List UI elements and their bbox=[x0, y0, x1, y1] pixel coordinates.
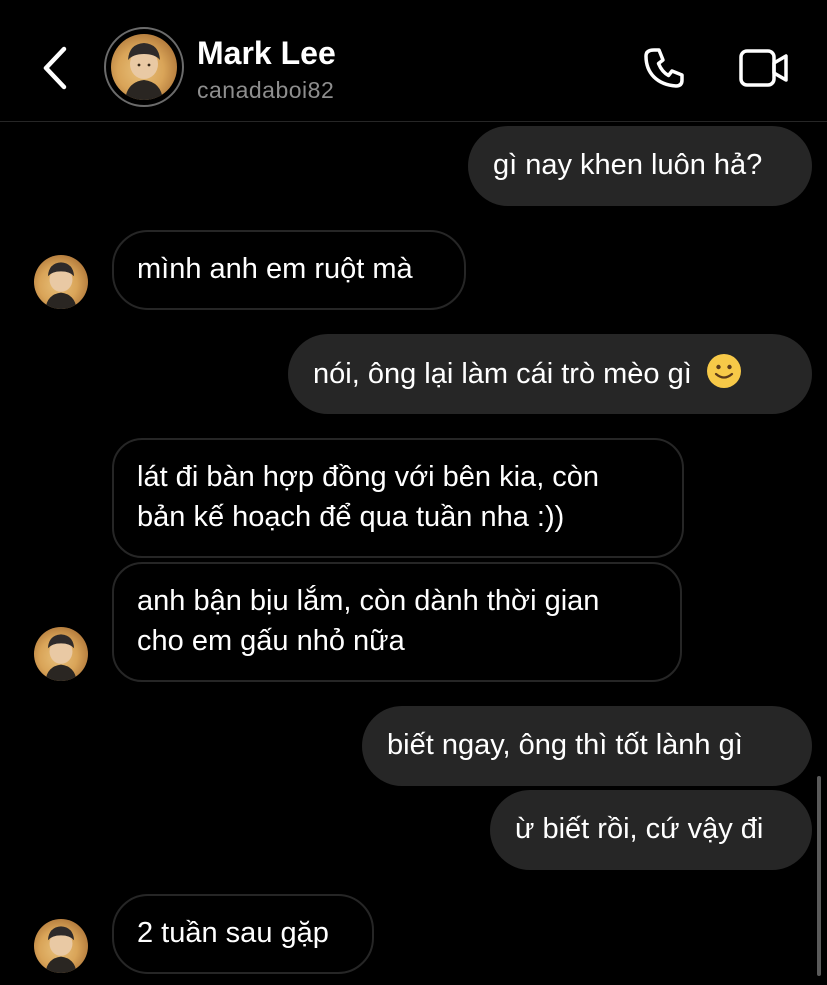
message-incoming[interactable]: mình anh em ruột mà bbox=[112, 230, 466, 310]
phone-icon bbox=[644, 48, 684, 88]
message-line: lát đi bàn hợp đồng với bên kia, còn bbox=[137, 461, 600, 493]
chat-scrollbar[interactable] bbox=[817, 776, 821, 976]
video-call-button[interactable] bbox=[734, 40, 794, 96]
message-text: biết ngay, ông thì tốt lành gì bbox=[387, 729, 743, 761]
message-incoming[interactable]: lát đi bàn hợp đồng với bên kia, còn bản… bbox=[112, 438, 684, 558]
message-text: nói, ông lại làm cái trò mèo gì bbox=[313, 358, 692, 390]
sender-avatar[interactable] bbox=[34, 627, 88, 681]
contact-username[interactable]: canadaboi82 bbox=[197, 76, 334, 104]
message-text: gì nay khen luôn hả? bbox=[493, 149, 763, 181]
back-button[interactable] bbox=[30, 40, 80, 96]
contact-avatar-button[interactable] bbox=[104, 27, 184, 107]
message-outgoing[interactable]: ừ biết rồi, cứ vậy đi bbox=[490, 790, 812, 870]
message-text: mình anh em ruột mà bbox=[137, 253, 413, 285]
message-line: bản kế hoạch để qua tuần nha :)) bbox=[137, 501, 565, 533]
slightly-smiling-face-icon bbox=[706, 354, 741, 388]
avatar bbox=[34, 627, 88, 681]
message-text: ừ biết rồi, cứ vậy đi bbox=[515, 813, 764, 845]
avatar bbox=[34, 919, 88, 973]
message-outgoing[interactable]: biết ngay, ông thì tốt lành gì bbox=[362, 706, 812, 786]
chat-header: Mark Lee canadaboi82 bbox=[0, 0, 827, 122]
message-incoming[interactable]: anh bận bịu lắm, còn dành thời gian cho … bbox=[112, 562, 682, 682]
voice-call-button[interactable] bbox=[636, 40, 692, 96]
avatar bbox=[111, 34, 177, 100]
message-text: 2 tuần sau gặp bbox=[137, 917, 329, 949]
message-outgoing[interactable]: gì nay khen luôn hả? bbox=[468, 126, 812, 206]
sender-avatar[interactable] bbox=[34, 255, 88, 309]
message-incoming[interactable]: 2 tuần sau gặp bbox=[112, 894, 374, 974]
avatar bbox=[34, 255, 88, 309]
message-outgoing[interactable]: nói, ông lại làm cái trò mèo gì bbox=[288, 334, 812, 414]
sender-avatar[interactable] bbox=[34, 919, 88, 973]
message-line: cho em gấu nhỏ nữa bbox=[137, 625, 405, 657]
video-camera-icon bbox=[739, 49, 788, 87]
contact-name[interactable]: Mark Lee bbox=[197, 34, 336, 72]
chevron-left-icon bbox=[43, 46, 67, 90]
message-line: anh bận bịu lắm, còn dành thời gian bbox=[137, 585, 600, 617]
